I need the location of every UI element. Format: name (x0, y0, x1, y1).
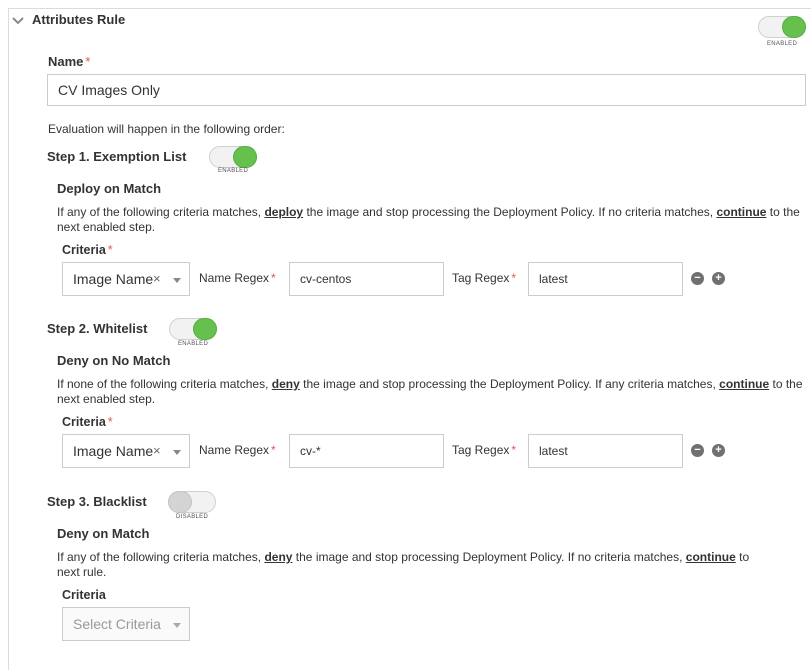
step1-toggle-caption: ENABLED (218, 168, 249, 174)
minus-circle-icon[interactable]: − (691, 272, 704, 285)
rule-title: Attributes Rule (32, 12, 126, 27)
step2-tag-regex-input[interactable]: latest (528, 434, 683, 468)
toggle-knob (193, 318, 217, 340)
caret-down-icon (173, 278, 181, 283)
clear-icon[interactable]: × (153, 435, 161, 467)
step2-tag-regex-label: Tag Regex * (452, 443, 517, 457)
step1-tag-regex-label: Tag Regex * (452, 271, 517, 285)
step2-criteria-label: Criteria * (62, 415, 113, 429)
rule-toggle-caption: ENABLED (767, 41, 798, 47)
step3-description: If any of the following criteria matches… (57, 550, 750, 579)
deny-keyword: deny (271, 377, 300, 391)
step3-toggle[interactable] (168, 491, 216, 513)
step3-toggle-caption: DISABLED (176, 514, 209, 520)
caret-down-icon (173, 623, 181, 628)
chevron-down-icon[interactable] (11, 16, 25, 26)
step2-name-regex-label: Name Regex * (199, 443, 276, 457)
continue-keyword: continue (716, 205, 767, 219)
step3-title: Step 3. Blacklist (47, 494, 147, 509)
toggle-knob (233, 146, 257, 168)
step3-criteria-select[interactable]: Select Criteria (62, 607, 190, 641)
continue-keyword: continue (719, 377, 770, 391)
step2-action-title: Deny on No Match (57, 353, 171, 368)
step2-criteria-select[interactable]: Image Name × (62, 434, 190, 468)
clear-icon[interactable]: × (153, 263, 161, 295)
step3-criteria-label: Criteria (62, 588, 106, 602)
step1-toggle[interactable] (209, 146, 257, 168)
evaluation-note: Evaluation will happen in the following … (48, 122, 285, 136)
step2-toggle[interactable] (169, 318, 217, 340)
rule-enabled-toggle[interactable] (758, 16, 806, 38)
rule-name-input[interactable]: CV Images Only (47, 74, 806, 106)
step2-title: Step 2. Whitelist (47, 321, 148, 336)
step3-action-title: Deny on Match (57, 526, 150, 541)
step1-criteria-label: Criteria * (62, 243, 113, 257)
deploy-keyword: deploy (264, 205, 304, 219)
step2-name-regex-input[interactable]: cv-* (289, 434, 444, 468)
step1-description: If any of the following criteria matches… (57, 205, 800, 234)
plus-circle-icon[interactable]: + (712, 444, 725, 457)
toggle-knob (168, 491, 192, 513)
minus-circle-icon[interactable]: − (691, 444, 704, 457)
name-label: Name * (48, 54, 91, 69)
required-mark: * (85, 54, 91, 69)
continue-keyword: continue (685, 550, 736, 564)
step1-tag-regex-input[interactable]: latest (528, 262, 683, 296)
plus-circle-icon[interactable]: + (712, 272, 725, 285)
step1-title: Step 1. Exemption List (47, 149, 187, 164)
step2-toggle-caption: ENABLED (178, 341, 209, 347)
step1-action-title: Deploy on Match (57, 181, 162, 196)
deny-keyword: deny (264, 550, 293, 564)
caret-down-icon (173, 450, 181, 455)
toggle-knob (782, 16, 806, 38)
step2-description: If none of the following criteria matche… (57, 377, 803, 406)
step1-name-regex-input[interactable]: cv-centos (289, 262, 444, 296)
step1-criteria-select[interactable]: Image Name × (62, 262, 190, 296)
step1-name-regex-label: Name Regex * (199, 271, 276, 285)
